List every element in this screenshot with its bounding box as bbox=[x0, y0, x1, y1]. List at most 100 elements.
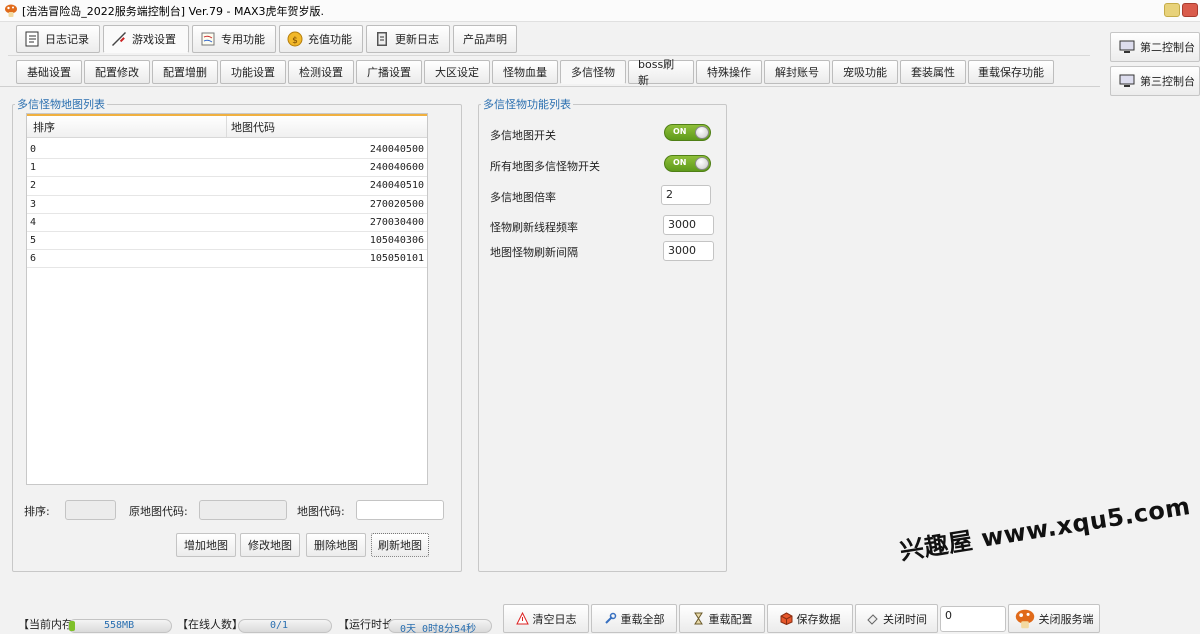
row-order: 4 bbox=[30, 216, 37, 228]
subtab-config-add-del[interactable]: 配置增删 bbox=[152, 60, 218, 84]
table-row[interactable]: 2 240040510 bbox=[27, 177, 427, 196]
tab-divider bbox=[8, 55, 1090, 56]
order-label: 排序: bbox=[24, 505, 50, 518]
toggle-on-text: ON bbox=[673, 127, 687, 136]
subtab-config-edit[interactable]: 配置修改 bbox=[84, 60, 150, 84]
main-tab-bar: 日志记录 游戏设置 专用功能 $ 充值功能 更新日志 产品声明 bbox=[16, 25, 517, 53]
close-time-button[interactable]: 关闭时间 bbox=[855, 604, 938, 633]
save-data-label: 保存数据 bbox=[796, 612, 841, 626]
tab-special[interactable]: 专用功能 bbox=[192, 25, 276, 53]
tab-log-label: 日志记录 bbox=[45, 33, 89, 46]
subtab-pet-vacuum[interactable]: 宠吸功能 bbox=[832, 60, 898, 84]
thread-frequency-label: 怪物刷新线程频率 bbox=[490, 221, 578, 234]
uptime-value: 0天 0时8分54秒 bbox=[400, 624, 477, 634]
third-console-label: 第三控制台 bbox=[1140, 75, 1195, 88]
table-row[interactable]: 4 270030400 bbox=[27, 214, 427, 232]
subtab-broadcast[interactable]: 广播设置 bbox=[356, 60, 422, 84]
reload-config-label: 重载配置 bbox=[708, 612, 753, 626]
row-order: 3 bbox=[30, 198, 37, 210]
subtab-special-ops[interactable]: 特殊操作 bbox=[696, 60, 762, 84]
online-label: 【在线人数】 bbox=[177, 618, 243, 631]
tab-game-settings[interactable]: 游戏设置 bbox=[103, 25, 189, 53]
computer-icon bbox=[1119, 40, 1135, 53]
map-list-view[interactable]: 排序 地图代码 0 240040500 1 240040600 2 240040510… bbox=[26, 113, 428, 485]
close-server-button[interactable]: 关闭服务端 bbox=[1008, 604, 1100, 633]
memory-label: 【当前内存 bbox=[18, 618, 73, 631]
column-order[interactable]: 排序 bbox=[27, 116, 227, 137]
memory-value: 558MB bbox=[104, 620, 135, 631]
close-window-button[interactable] bbox=[1182, 3, 1198, 17]
subtab-set-attributes[interactable]: 套装属性 bbox=[900, 60, 966, 84]
add-map-button[interactable]: 增加地图 bbox=[176, 533, 236, 557]
subtab-region[interactable]: 大区设定 bbox=[424, 60, 490, 84]
row-map-code: 240040500 bbox=[369, 144, 424, 156]
map-switch-toggle[interactable]: ON bbox=[664, 124, 711, 141]
map-code-label: 地图代码: bbox=[297, 505, 345, 518]
column-map-code[interactable]: 地图代码 bbox=[227, 119, 275, 135]
eraser-icon bbox=[867, 614, 878, 625]
close-time-label: 关闭时间 bbox=[883, 612, 927, 626]
tab-product-statement-label: 产品声明 bbox=[463, 33, 507, 46]
subtab-monster-hp[interactable]: 怪物血量 bbox=[492, 60, 558, 84]
order-field[interactable] bbox=[65, 500, 116, 520]
table-row[interactable]: 1 240040600 bbox=[27, 159, 427, 178]
subtab-multi-monster[interactable]: 多信怪物 bbox=[560, 60, 626, 84]
row-order: 1 bbox=[30, 162, 37, 174]
subtab-basic[interactable]: 基础设置 bbox=[16, 60, 82, 84]
toggle-knob bbox=[695, 126, 709, 139]
subtab-detection[interactable]: 检测设置 bbox=[288, 60, 354, 84]
book-icon bbox=[377, 32, 387, 46]
hourglass-icon bbox=[693, 612, 703, 625]
orig-map-code-field[interactable] bbox=[199, 500, 287, 520]
row-map-code: 240040510 bbox=[369, 180, 424, 192]
minimize-button[interactable] bbox=[1164, 3, 1180, 17]
coin-icon: $ bbox=[287, 31, 303, 47]
refresh-interval-label: 地图怪物刷新间隔 bbox=[490, 246, 578, 259]
third-console-button[interactable]: 第三控制台 bbox=[1110, 66, 1200, 96]
clear-log-button[interactable]: 清空日志 bbox=[503, 604, 589, 633]
clear-log-label: 清空日志 bbox=[532, 612, 577, 626]
sub-tab-bar: 基础设置 配置修改 配置增删 功能设置 检测设置 广播设置 大区设定 怪物血量 … bbox=[16, 58, 1054, 87]
thread-frequency-input[interactable]: 3000 bbox=[663, 215, 714, 235]
map-code-input[interactable] bbox=[356, 500, 444, 520]
tab-log[interactable]: 日志记录 bbox=[16, 25, 100, 53]
refresh-interval-input[interactable]: 3000 bbox=[663, 241, 714, 261]
save-data-button[interactable]: 保存数据 bbox=[767, 604, 853, 633]
subtab-features[interactable]: 功能设置 bbox=[220, 60, 286, 84]
uptime-label: 【运行时长 bbox=[338, 618, 393, 631]
memory-indicator bbox=[69, 621, 75, 631]
rate-input[interactable]: 2 bbox=[661, 185, 711, 205]
second-console-label: 第二控制台 bbox=[1140, 41, 1195, 54]
toggle-knob bbox=[695, 157, 709, 170]
refresh-map-button[interactable]: 刷新地图 bbox=[371, 533, 429, 557]
mushroom-icon bbox=[1015, 609, 1034, 628]
tab-product-statement[interactable]: 产品声明 bbox=[453, 25, 517, 53]
window-title: [浩浩冒险岛_2022服务端控制台] Ver.79 - MAX3虎年贺岁版. bbox=[22, 4, 325, 18]
table-row[interactable]: 0 240040500 bbox=[27, 141, 427, 160]
delete-map-button[interactable]: 删除地图 bbox=[306, 533, 366, 557]
tab-changelog[interactable]: 更新日志 bbox=[366, 25, 450, 53]
all-maps-switch-toggle[interactable]: ON bbox=[664, 155, 711, 172]
subtab-boss-refresh[interactable]: boss刷新 bbox=[628, 58, 694, 87]
edit-map-button[interactable]: 修改地图 bbox=[240, 533, 300, 557]
row-order: 6 bbox=[30, 253, 37, 265]
subtab-reload-save[interactable]: 重载保存功能 bbox=[968, 60, 1054, 84]
table-row[interactable]: 6 105050101 bbox=[27, 250, 427, 269]
tab-recharge[interactable]: $ 充值功能 bbox=[279, 25, 363, 53]
close-server-label: 关闭服务端 bbox=[1038, 612, 1094, 626]
map-switch-label: 多信地图开关 bbox=[490, 129, 556, 142]
rate-label: 多信地图倍率 bbox=[490, 191, 556, 204]
row-order: 2 bbox=[30, 180, 37, 192]
second-console-button[interactable]: 第二控制台 bbox=[1110, 32, 1200, 62]
wrench-icon bbox=[604, 612, 616, 624]
subtab-unban[interactable]: 解封账号 bbox=[764, 60, 830, 84]
orig-map-code-label: 原地图代码: bbox=[129, 505, 188, 518]
scroll-icon bbox=[201, 32, 215, 46]
table-row[interactable]: 5 105040306 bbox=[27, 232, 427, 251]
close-time-input[interactable]: 0 bbox=[940, 606, 1006, 632]
table-row[interactable]: 3 270020500 bbox=[27, 196, 427, 214]
mushroom-app-icon bbox=[5, 4, 17, 17]
site-watermark: 兴趣屋 www.xqu5.com bbox=[897, 491, 1193, 566]
reload-all-button[interactable]: 重载全部 bbox=[591, 604, 677, 633]
reload-config-button[interactable]: 重载配置 bbox=[679, 604, 765, 633]
